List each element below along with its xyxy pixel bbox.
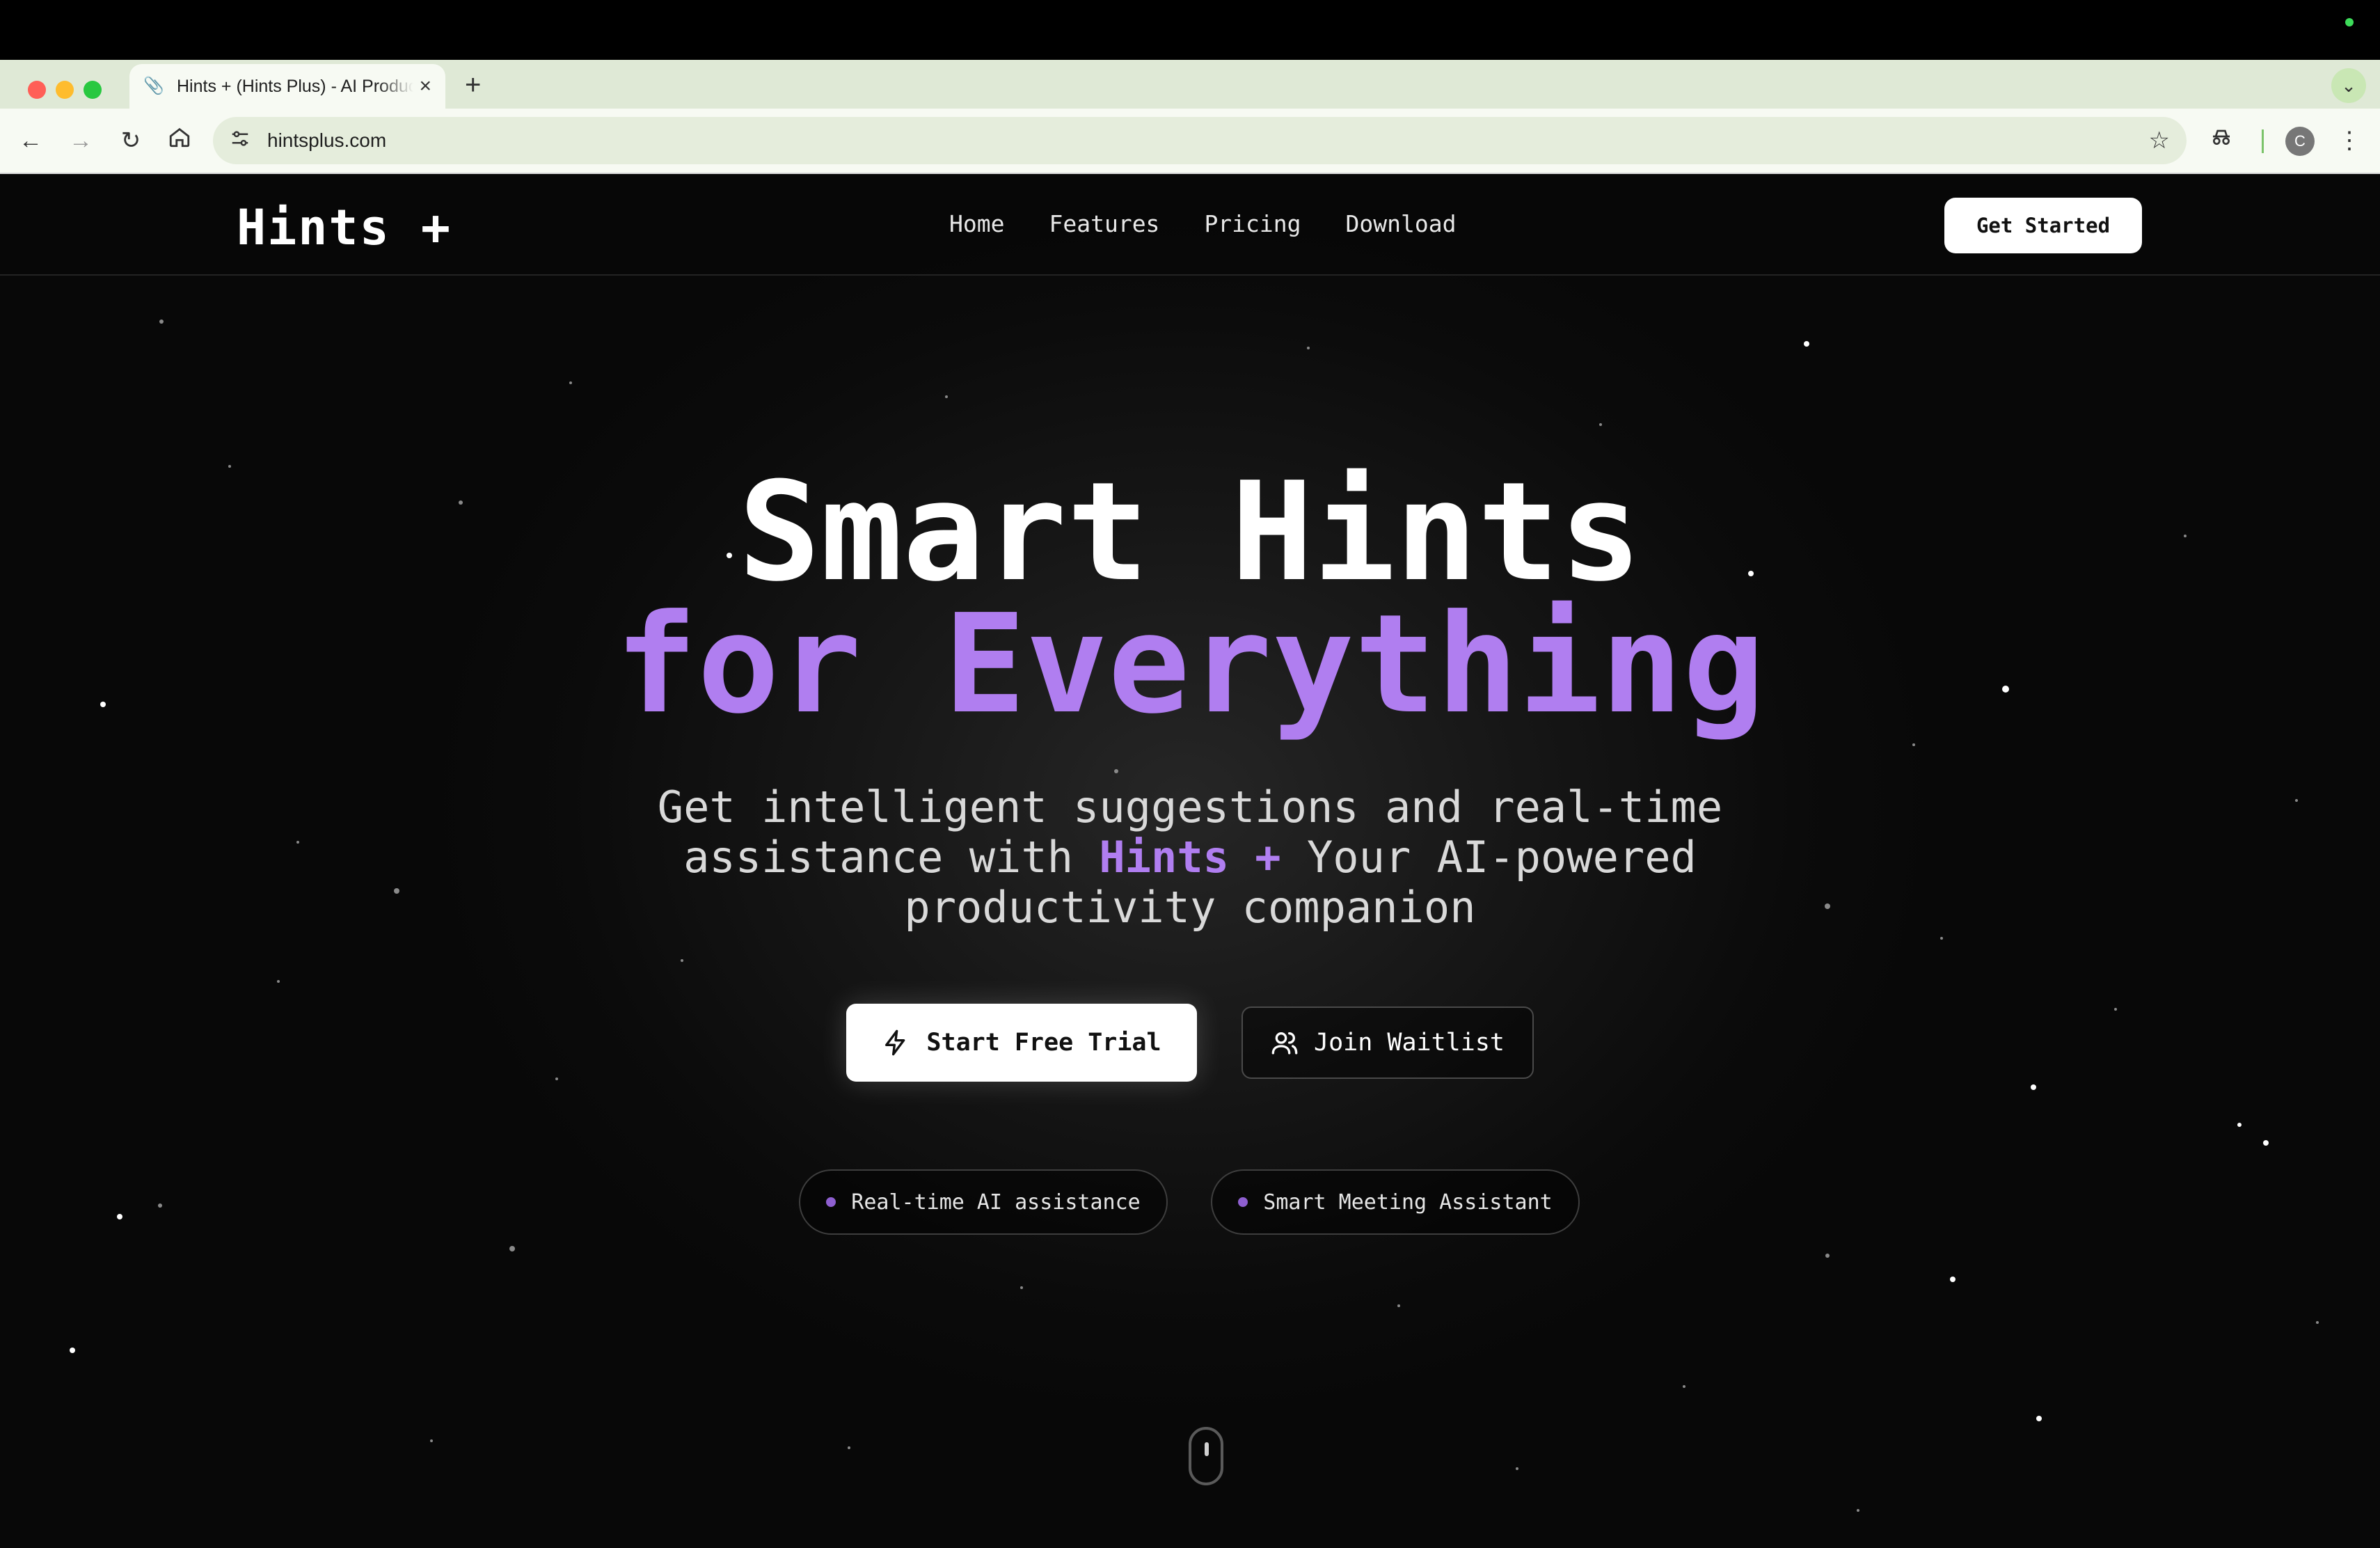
join-waitlist-label: Join Waitlist bbox=[1314, 1029, 1505, 1057]
status-dot-icon bbox=[2345, 18, 2354, 26]
close-tab-icon[interactable]: × bbox=[419, 76, 431, 97]
site-settings-icon[interactable] bbox=[230, 128, 251, 154]
feature-pill-realtime: Real-time AI assistance bbox=[799, 1169, 1168, 1235]
profile-avatar[interactable]: C bbox=[2285, 127, 2315, 156]
scroll-mouse-icon[interactable] bbox=[1189, 1427, 1223, 1485]
web-page: Hints + Home Features Pricing Download G… bbox=[0, 174, 2380, 1548]
site-header: Hints + Home Features Pricing Download G… bbox=[0, 174, 2380, 276]
tab-strip: 📎 Hints + (Hints Plus) - AI Productivity… bbox=[0, 60, 2380, 109]
window-minimize-button[interactable] bbox=[56, 81, 74, 99]
feature-pill-label: Real-time AI assistance bbox=[851, 1190, 1141, 1215]
start-free-trial-label: Start Free Trial bbox=[926, 1029, 1161, 1057]
window-zoom-button[interactable] bbox=[84, 81, 102, 99]
paperclip-favicon-icon: 📎 bbox=[143, 77, 164, 95]
window-close-button[interactable] bbox=[28, 81, 46, 99]
nav-link-download[interactable]: Download bbox=[1346, 210, 1457, 237]
os-menu-bar bbox=[0, 0, 2380, 60]
browser-chrome: 📎 Hints + (Hints Plus) - AI Productivity… bbox=[0, 60, 2380, 174]
tab-title: Hints + (Hints Plus) - AI Productivity bbox=[177, 76, 413, 96]
get-started-button[interactable]: Get Started bbox=[1944, 198, 2142, 253]
browser-tab-active[interactable]: 📎 Hints + (Hints Plus) - AI Productivity… bbox=[129, 64, 445, 109]
reload-icon[interactable]: ↻ bbox=[116, 125, 146, 156]
hero-subtitle: Get intelligent suggestions and real-tim… bbox=[0, 782, 2380, 933]
site-nav-links: Home Features Pricing Download bbox=[949, 210, 1456, 237]
nav-link-features[interactable]: Features bbox=[1049, 210, 1159, 237]
address-bar[interactable]: hintsplus.com ☆ bbox=[213, 117, 2187, 164]
feature-pill-label: Smart Meeting Assistant bbox=[1263, 1190, 1553, 1215]
browser-menu-icon[interactable]: ⋮ bbox=[2335, 125, 2363, 156]
nav-link-home[interactable]: Home bbox=[949, 210, 1004, 237]
hero-title-line2: for Everything bbox=[614, 585, 1766, 744]
bookmark-star-icon[interactable]: ☆ bbox=[2149, 127, 2170, 155]
incognito-extension-icon[interactable] bbox=[2206, 125, 2237, 156]
browser-toolbar: ← → ↻ hintsplus.com ☆ C ⋮ bbox=[0, 109, 2380, 174]
back-arrow-icon[interactable]: ← bbox=[15, 125, 46, 156]
home-icon[interactable] bbox=[164, 125, 195, 156]
feature-pill-meeting: Smart Meeting Assistant bbox=[1211, 1169, 1580, 1235]
users-icon bbox=[1271, 1032, 1298, 1055]
hero-subtitle-line1: Get intelligent suggestions and real-tim… bbox=[657, 782, 1723, 832]
new-tab-button[interactable]: + bbox=[465, 70, 481, 100]
site-logo[interactable]: Hints + bbox=[237, 199, 452, 256]
lightning-bolt-icon bbox=[885, 1029, 905, 1056]
hero-subtitle-line2a: assistance with bbox=[683, 832, 1100, 883]
forward-arrow-icon[interactable]: → bbox=[65, 125, 96, 156]
hero-subtitle-line2b: Your AI-powered bbox=[1280, 832, 1697, 883]
toolbar-divider bbox=[2262, 129, 2264, 153]
scroll-wheel bbox=[1205, 1442, 1209, 1456]
start-free-trial-button[interactable]: Start Free Trial bbox=[846, 1004, 1197, 1082]
pill-dot-icon bbox=[1238, 1197, 1248, 1207]
tab-search-chevron-icon[interactable]: ⌄ bbox=[2331, 68, 2366, 103]
hero-title-line1: Smart Hints bbox=[738, 453, 1642, 612]
pill-dot-icon bbox=[826, 1197, 836, 1207]
hero-subtitle-line3: productivity companion bbox=[904, 882, 1476, 933]
hero-title: Smart Hints for Everything bbox=[0, 453, 2380, 744]
hero-subtitle-brand: Hints + bbox=[1099, 832, 1281, 883]
url-text[interactable]: hintsplus.com bbox=[267, 129, 386, 152]
nav-link-pricing[interactable]: Pricing bbox=[1204, 210, 1301, 237]
join-waitlist-button[interactable]: Join Waitlist bbox=[1241, 1006, 1534, 1079]
